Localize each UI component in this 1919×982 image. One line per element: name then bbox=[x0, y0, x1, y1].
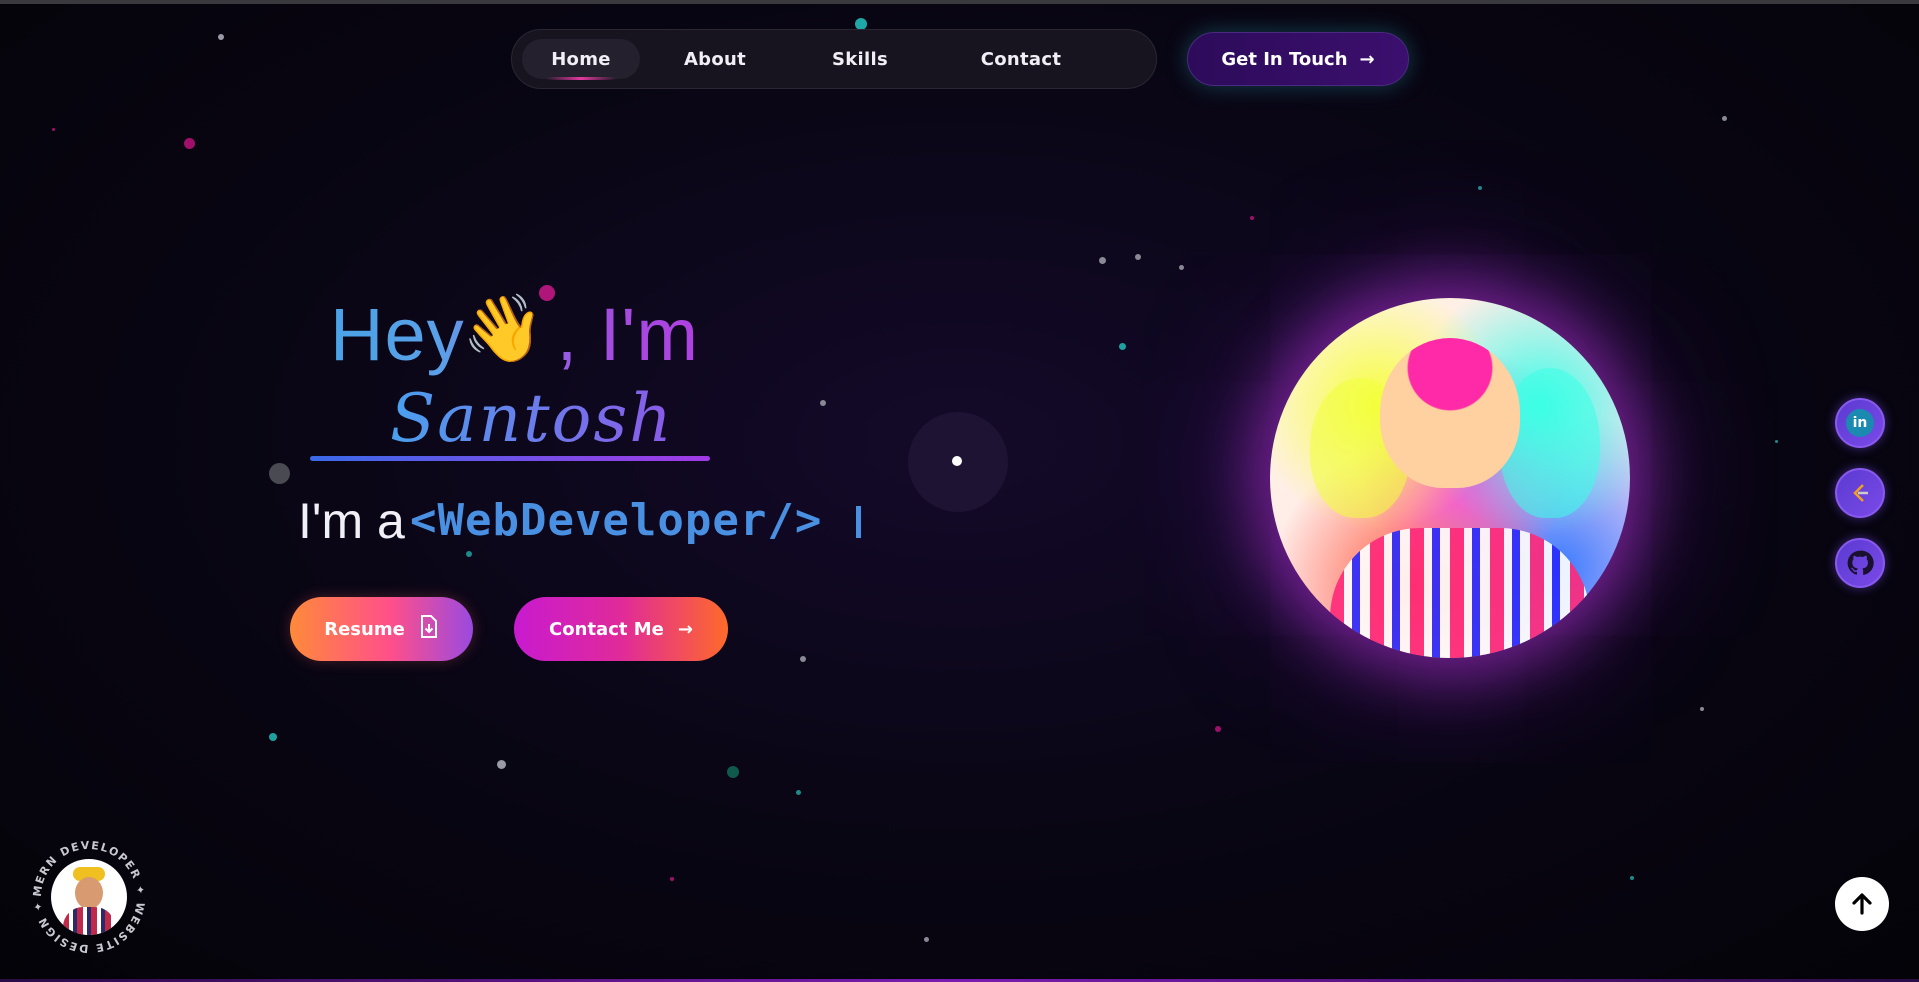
star bbox=[1478, 186, 1482, 190]
arrow-up-icon bbox=[1852, 893, 1872, 915]
star bbox=[820, 400, 826, 406]
resume-button[interactable]: Resume bbox=[290, 597, 473, 661]
star bbox=[269, 463, 290, 484]
star bbox=[924, 937, 929, 942]
cursor-dot bbox=[952, 456, 962, 466]
linkedin-icon: in bbox=[1846, 409, 1874, 437]
get-in-touch-label: Get In Touch bbox=[1221, 48, 1348, 70]
arrow-right-icon: → bbox=[677, 618, 693, 640]
star bbox=[670, 877, 674, 881]
star bbox=[1250, 216, 1254, 220]
star bbox=[184, 138, 195, 149]
star bbox=[1179, 265, 1184, 270]
arrow-right-icon: → bbox=[1359, 48, 1375, 70]
star bbox=[1775, 440, 1778, 443]
star bbox=[1722, 116, 1727, 121]
nav-about[interactable]: About bbox=[640, 39, 790, 79]
star bbox=[800, 656, 806, 662]
nav-home[interactable]: Home bbox=[522, 39, 640, 80]
contact-me-label: Contact Me bbox=[549, 618, 664, 640]
greeting-suffix: , I'm bbox=[556, 293, 700, 376]
photo-face bbox=[1380, 338, 1520, 488]
avatar-shirt bbox=[63, 907, 115, 935]
greeting-hey: Hey bbox=[330, 293, 465, 376]
role-prefix: I'm a bbox=[298, 493, 405, 549]
badge-avatar bbox=[51, 859, 127, 935]
leetcode-icon bbox=[1846, 479, 1874, 507]
linkedin-link[interactable]: in bbox=[1835, 398, 1885, 448]
resume-label: Resume bbox=[324, 618, 405, 640]
nav-skills[interactable]: Skills bbox=[790, 39, 930, 79]
typing-cursor bbox=[856, 506, 861, 538]
name-underline bbox=[310, 456, 710, 461]
star bbox=[52, 128, 55, 131]
leetcode-link[interactable] bbox=[1835, 468, 1885, 518]
avatar-face bbox=[75, 877, 103, 909]
star bbox=[727, 766, 739, 778]
photo-shirt bbox=[1330, 528, 1590, 658]
contact-me-button[interactable]: Contact Me → bbox=[514, 597, 728, 661]
star bbox=[1135, 254, 1141, 260]
nav-contact[interactable]: Contact bbox=[930, 39, 1112, 79]
star bbox=[1119, 343, 1126, 350]
wave-icon: 👋 bbox=[462, 290, 545, 367]
star bbox=[466, 551, 472, 557]
github-icon bbox=[1846, 549, 1874, 577]
profile-photo bbox=[1270, 298, 1630, 658]
scroll-to-top-button[interactable] bbox=[1835, 877, 1889, 931]
star bbox=[796, 790, 801, 795]
star bbox=[1630, 876, 1634, 880]
star bbox=[1700, 707, 1704, 711]
hero-name: Santosh bbox=[390, 380, 674, 457]
top-border bbox=[0, 0, 1919, 4]
star bbox=[497, 760, 506, 769]
get-in-touch-button[interactable]: Get In Touch → bbox=[1187, 32, 1409, 86]
main-nav: Home About Skills Contact bbox=[511, 29, 1157, 89]
mern-developer-badge: MERN DEVELOPER ✦ WEBSITE DESIGN ✦ bbox=[30, 838, 148, 956]
star bbox=[218, 34, 224, 40]
star bbox=[1099, 257, 1106, 264]
role-typewriter: <WebDeveloper/> bbox=[410, 495, 823, 546]
download-file-icon bbox=[419, 614, 439, 644]
star bbox=[269, 733, 277, 741]
star bbox=[1215, 726, 1221, 732]
wave-decoration-dot bbox=[539, 285, 555, 301]
github-link[interactable] bbox=[1835, 538, 1885, 588]
